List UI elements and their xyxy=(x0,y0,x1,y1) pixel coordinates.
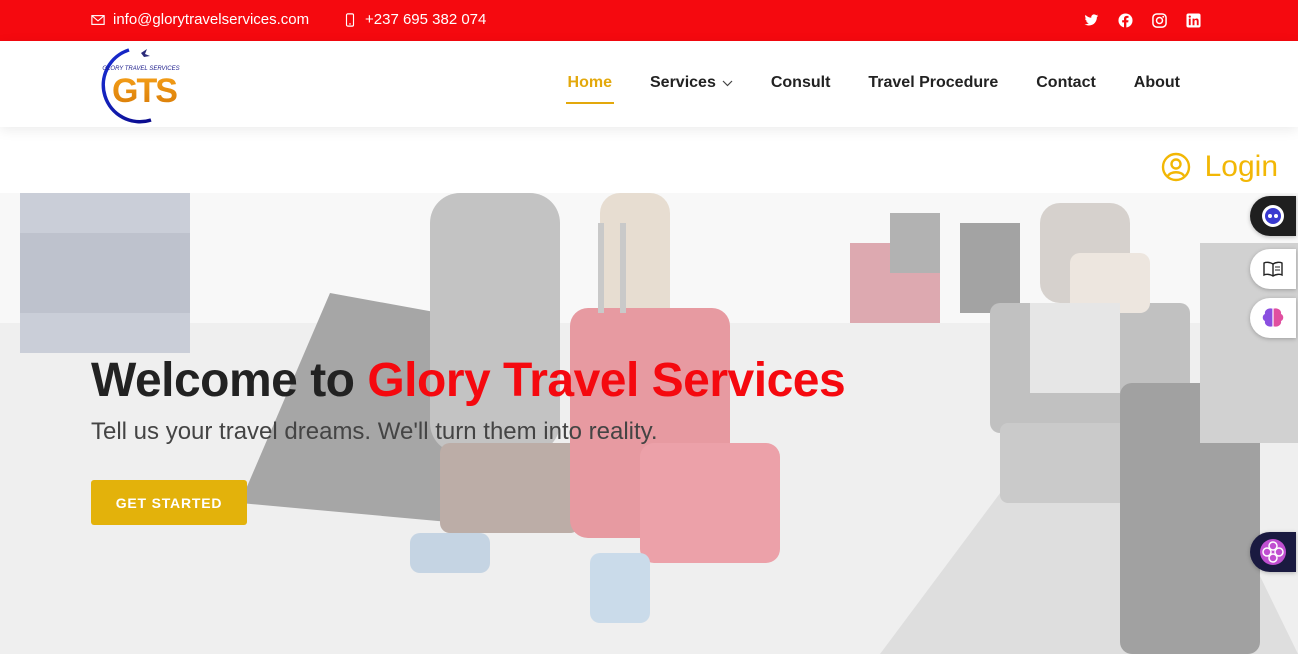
logo-text: GTS xyxy=(112,72,177,110)
login-button[interactable]: Login xyxy=(1161,150,1278,184)
twitter-icon[interactable] xyxy=(1083,12,1100,29)
nav-about[interactable]: About xyxy=(1132,68,1182,100)
hero-section: Welcome to Glory Travel Services Tell us… xyxy=(0,193,1298,654)
nav-contact-label: Contact xyxy=(1036,74,1096,91)
robot-face-icon xyxy=(1262,205,1284,227)
chatbot-widget[interactable] xyxy=(1250,196,1296,236)
nav-consult-label: Consult xyxy=(770,74,831,91)
main-header: GLORY TRAVEL SERVICES GTS Home Services … xyxy=(0,41,1298,127)
chevron-down-icon xyxy=(722,80,733,86)
reader-widget[interactable] xyxy=(1250,249,1296,289)
nav-services[interactable]: Services xyxy=(648,68,735,100)
phone-icon xyxy=(345,12,355,27)
nav-consult[interactable]: Consult xyxy=(769,68,833,100)
nav-travel-procedure-label: Travel Procedure xyxy=(868,74,999,91)
assistant-widget[interactable] xyxy=(1250,532,1296,572)
login-label: Login xyxy=(1204,150,1278,183)
brain-icon xyxy=(1262,308,1284,327)
hero-subtitle: Tell us your travel dreams. We'll turn t… xyxy=(91,418,658,445)
nav-contact[interactable]: Contact xyxy=(1034,68,1098,100)
hero-title-brand: Glory Travel Services xyxy=(367,354,846,407)
instagram-icon[interactable] xyxy=(1151,12,1168,29)
envelope-icon xyxy=(91,14,105,25)
gts-logo[interactable]: GLORY TRAVEL SERVICES GTS xyxy=(89,44,195,126)
hero-title: Welcome to Glory Travel Services xyxy=(91,353,846,408)
email-text[interactable]: info@glorytravelservices.com xyxy=(113,11,309,28)
login-bar: Login xyxy=(0,127,1298,193)
book-icon xyxy=(1263,261,1283,277)
get-started-button[interactable]: GET STARTED xyxy=(91,480,247,525)
top-bar: info@glorytravelservices.com +237 695 38… xyxy=(0,0,1298,41)
nav-services-label: Services xyxy=(650,74,716,91)
nav-about-label: About xyxy=(1133,74,1180,91)
hero-title-prefix: Welcome to xyxy=(91,354,368,407)
linkedin-icon[interactable] xyxy=(1185,12,1202,29)
user-circle-icon xyxy=(1161,152,1190,182)
nav-home-label: Home xyxy=(567,74,612,91)
social-links xyxy=(1083,12,1202,29)
nav-travel-procedure[interactable]: Travel Procedure xyxy=(866,68,1000,100)
email-contact[interactable]: info@glorytravelservices.com xyxy=(91,11,309,28)
main-nav: Home Services Consult Travel Procedure C… xyxy=(565,41,1182,127)
ai-widget[interactable] xyxy=(1250,298,1296,338)
phone-text[interactable]: +237 695 382 074 xyxy=(365,11,486,28)
phone-contact[interactable]: +237 695 382 074 xyxy=(343,11,486,28)
flower-icon xyxy=(1260,539,1286,565)
nav-home[interactable]: Home xyxy=(565,68,615,104)
facebook-icon[interactable] xyxy=(1117,12,1134,29)
